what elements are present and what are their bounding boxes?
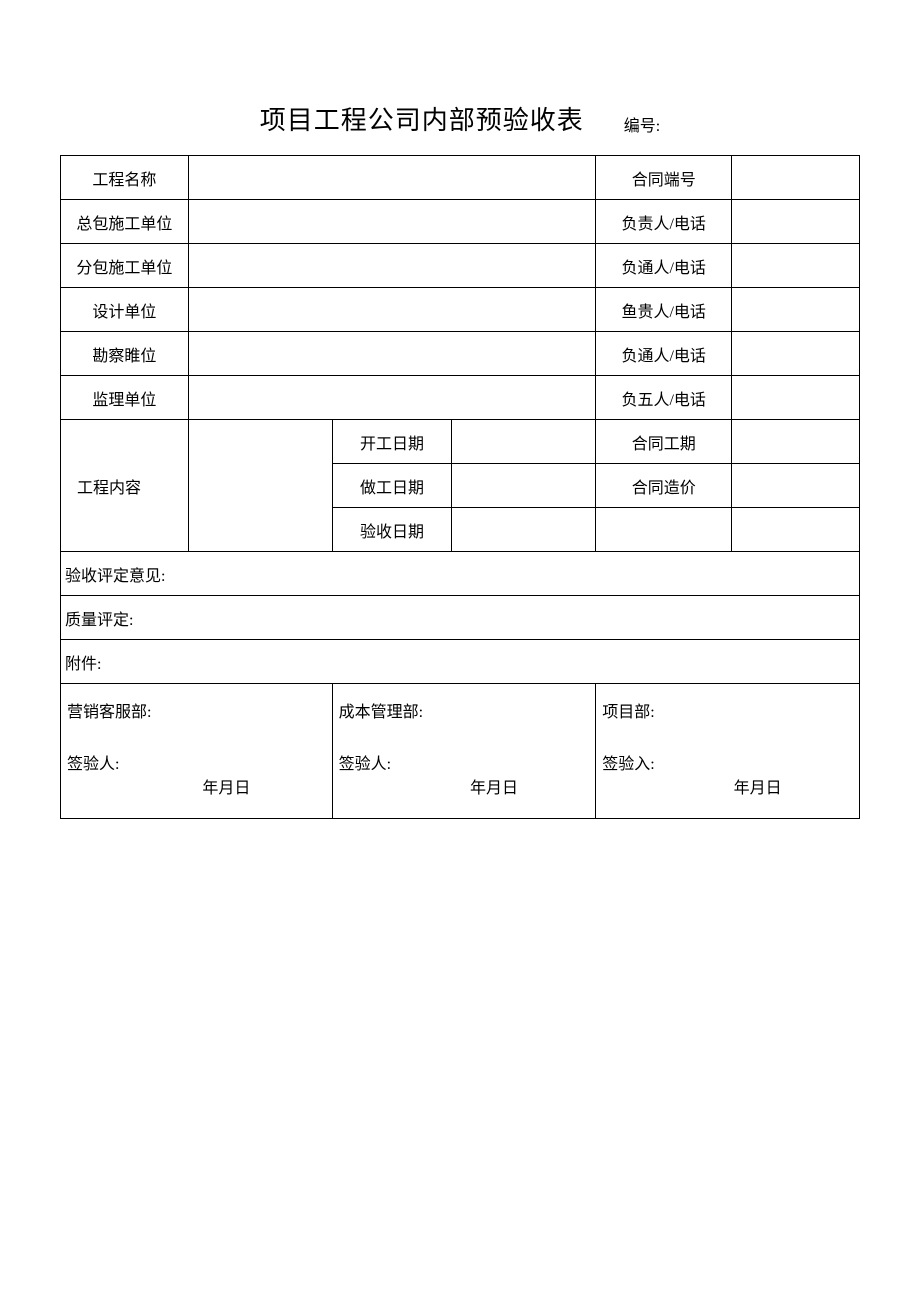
value-project-name xyxy=(188,156,595,200)
value-design-contact xyxy=(732,288,860,332)
cell-quality: 质量评定: xyxy=(61,596,860,640)
row-project-name: 工程名称 合同端号 xyxy=(61,156,860,200)
title-row: 项目工程公司内部预验收表 编号: xyxy=(60,100,860,137)
label-project-name: 工程名称 xyxy=(61,156,189,200)
label-sub-contractor: 分包施工单位 xyxy=(61,244,189,288)
cell-opinion: 验收评定意见: xyxy=(61,552,860,596)
label-accept-date: 验收日期 xyxy=(332,508,452,552)
label-contract-price: 合同造价 xyxy=(596,464,732,508)
label-supervision-contact: 负五人/电话 xyxy=(596,376,732,420)
value-general-contractor xyxy=(188,200,595,244)
label-sc-contact: 负通人/电话 xyxy=(596,244,732,288)
sign3-date: 年月日 xyxy=(662,774,853,804)
label-start-date: 开工日期 xyxy=(332,420,452,464)
value-supervision-contact xyxy=(732,376,860,420)
row-sub-contractor: 分包施工单位 负通人/电话 xyxy=(61,244,860,288)
label-finish-date: 做工日期 xyxy=(332,464,452,508)
signoff-col-1: 营销客服部: 签验人: 年月日 xyxy=(61,684,333,819)
row-opinion: 验收评定意见: xyxy=(61,552,860,596)
sign1-date: 年月日 xyxy=(127,774,326,804)
label-design-unit: 设计单位 xyxy=(61,288,189,332)
row-quality: 质量评定: xyxy=(61,596,860,640)
sign3-signer: 签验入: xyxy=(602,750,853,774)
row-content-1: 工程内容 开工日期 合同工期 xyxy=(61,420,860,464)
form-table: 工程名称 合同端号 总包施工单位 负责人/电话 分包施工单位 负通人/电话 设计… xyxy=(60,155,860,819)
label-design-contact: 鱼贵人/电话 xyxy=(596,288,732,332)
cell-attachment: 附件: xyxy=(61,640,860,684)
value-survey-unit xyxy=(188,332,595,376)
value-gc-contact xyxy=(732,200,860,244)
label-survey-unit: 勘察睢位 xyxy=(61,332,189,376)
sign2-date: 年月日 xyxy=(399,774,590,804)
label-contract-period: 合同工期 xyxy=(596,420,732,464)
sign2-dept: 成本管理部: xyxy=(339,698,590,722)
sign2-signer: 签验人: xyxy=(339,750,590,774)
label-supervision-unit: 监理单位 xyxy=(61,376,189,420)
row-attachment: 附件: xyxy=(61,640,860,684)
value-finish-date xyxy=(452,464,596,508)
label-project-content: 工程内容 xyxy=(61,420,189,552)
value-survey-contact xyxy=(732,332,860,376)
value-empty-1 xyxy=(732,508,860,552)
row-supervision-unit: 监理单位 负五人/电话 xyxy=(61,376,860,420)
sign1-signer: 签验人: xyxy=(67,750,326,774)
row-signoff: 营销客服部: 签验人: 年月日 成本管理部: 签验人: 年月日 项目部: 签验入… xyxy=(61,684,860,819)
label-contract-no: 合同端号 xyxy=(596,156,732,200)
row-general-contractor: 总包施工单位 负责人/电话 xyxy=(61,200,860,244)
sign3-dept: 项目部: xyxy=(602,698,853,722)
form-title: 项目工程公司内部预验收表 xyxy=(260,100,584,137)
sign1-dept: 营销客服部: xyxy=(67,698,326,722)
label-survey-contact: 负通人/电话 xyxy=(596,332,732,376)
row-design-unit: 设计单位 鱼贵人/电话 xyxy=(61,288,860,332)
label-empty-1 xyxy=(596,508,732,552)
value-contract-no xyxy=(732,156,860,200)
value-contract-period xyxy=(732,420,860,464)
signoff-col-2: 成本管理部: 签验人: 年月日 xyxy=(332,684,596,819)
row-survey-unit: 勘察睢位 负通人/电话 xyxy=(61,332,860,376)
value-sc-contact xyxy=(732,244,860,288)
label-general-contractor: 总包施工单位 xyxy=(61,200,189,244)
value-design-unit xyxy=(188,288,595,332)
value-sub-contractor xyxy=(188,244,595,288)
label-quality: 质量评定: xyxy=(65,612,133,629)
value-start-date xyxy=(452,420,596,464)
label-gc-contact: 负责人/电话 xyxy=(596,200,732,244)
signoff-col-3: 项目部: 签验入: 年月日 xyxy=(596,684,860,819)
value-accept-date xyxy=(452,508,596,552)
label-attachment: 附件: xyxy=(65,656,101,673)
value-contract-price xyxy=(732,464,860,508)
serial-label: 编号: xyxy=(624,112,660,136)
value-supervision-unit xyxy=(188,376,595,420)
document-page: 项目工程公司内部预验收表 编号: 工程名称 合同端号 总包施工单位 负责人/电话… xyxy=(0,0,920,1301)
label-opinion: 验收评定意见: xyxy=(65,568,165,585)
value-project-content xyxy=(188,420,332,552)
